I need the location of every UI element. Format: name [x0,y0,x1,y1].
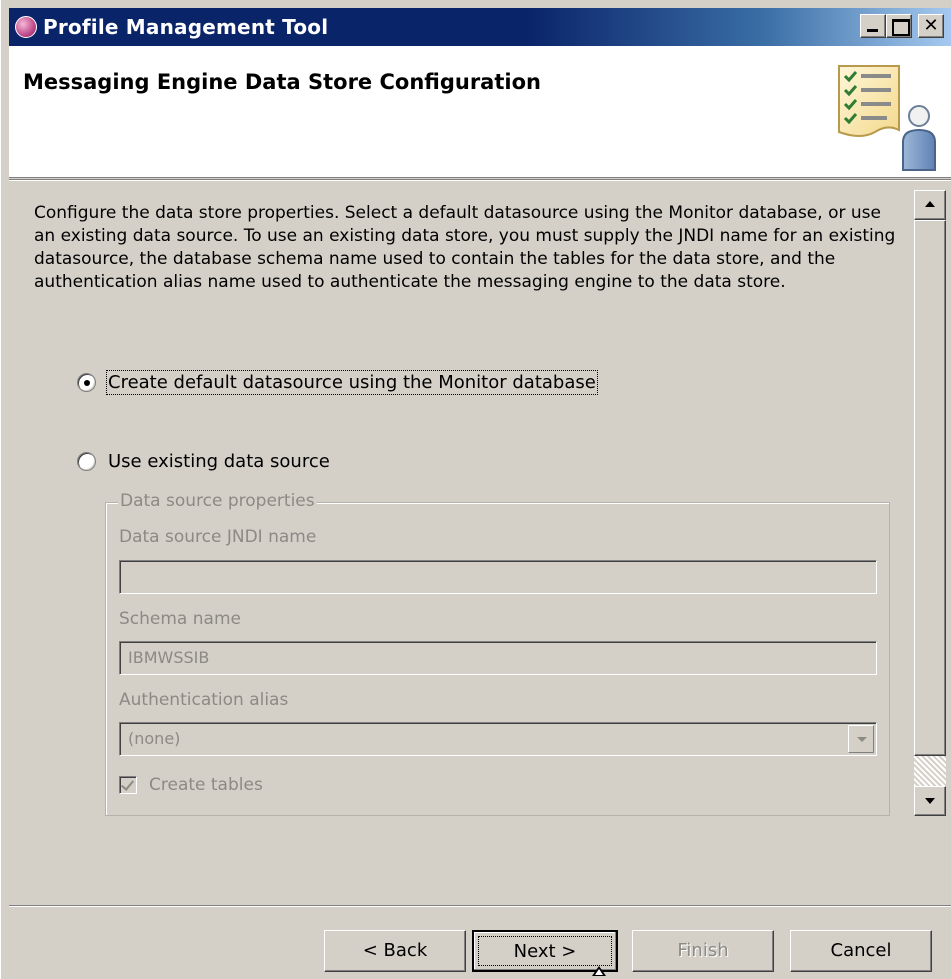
title-bar[interactable]: Profile Management Tool ✕ [9,8,951,46]
maximize-button[interactable] [886,14,912,38]
close-button[interactable]: ✕ [918,14,944,38]
radio-button-existing[interactable] [77,452,96,471]
description-text: Configure the data store properties. Sel… [34,203,896,292]
header-banner: Messaging Engine Data Store Configuratio… [9,46,951,178]
finish-button[interactable]: Finish [632,930,774,972]
window-title: Profile Management Tool [43,15,329,39]
back-button[interactable]: < Back [324,930,466,972]
footer-separator [9,905,951,907]
scrollbar-thumb[interactable] [914,220,946,756]
minimize-button[interactable] [860,14,886,38]
scrollbar-track[interactable] [914,756,946,786]
scroll-down-arrow-icon[interactable] [914,786,946,816]
header-separator [9,179,951,181]
app-icon [15,16,37,38]
scroll-up-arrow-icon[interactable] [914,190,946,220]
create-tables-option[interactable]: Create tables [119,775,263,795]
jndi-name-field[interactable] [119,560,877,594]
default-datasource-option[interactable]: Create default datasource using the Moni… [77,370,598,395]
group-legend: Data source properties [118,491,317,511]
profile-management-window: Profile Management Tool ✕ Messaging Engi… [0,0,951,979]
checklist-person-icon [838,65,936,171]
close-icon: ✕ [923,15,939,36]
default-datasource-label[interactable]: Create default datasource using the Moni… [106,370,598,395]
schema-name-field[interactable]: IBMWSSIB [119,641,877,675]
existing-datasource-option[interactable]: Use existing data source [77,451,330,472]
authentication-alias-label: Authentication alias [119,690,289,710]
vertical-scrollbar[interactable] [914,190,946,816]
create-tables-checkbox[interactable] [119,776,137,794]
create-tables-label: Create tables [149,775,263,795]
chevron-down-icon[interactable] [848,725,874,753]
mouse-cursor-icon [592,966,606,976]
radio-button-default[interactable] [77,373,96,392]
jndi-name-label: Data source JNDI name [119,527,317,547]
page-title: Messaging Engine Data Store Configuratio… [23,70,541,94]
cancel-button[interactable]: Cancel [790,930,932,972]
focus-outline [478,936,612,966]
authentication-alias-value: (none) [128,729,181,748]
authentication-alias-select[interactable]: (none) [119,722,877,756]
schema-name-label: Schema name [119,609,241,629]
existing-datasource-label[interactable]: Use existing data source [108,451,330,472]
